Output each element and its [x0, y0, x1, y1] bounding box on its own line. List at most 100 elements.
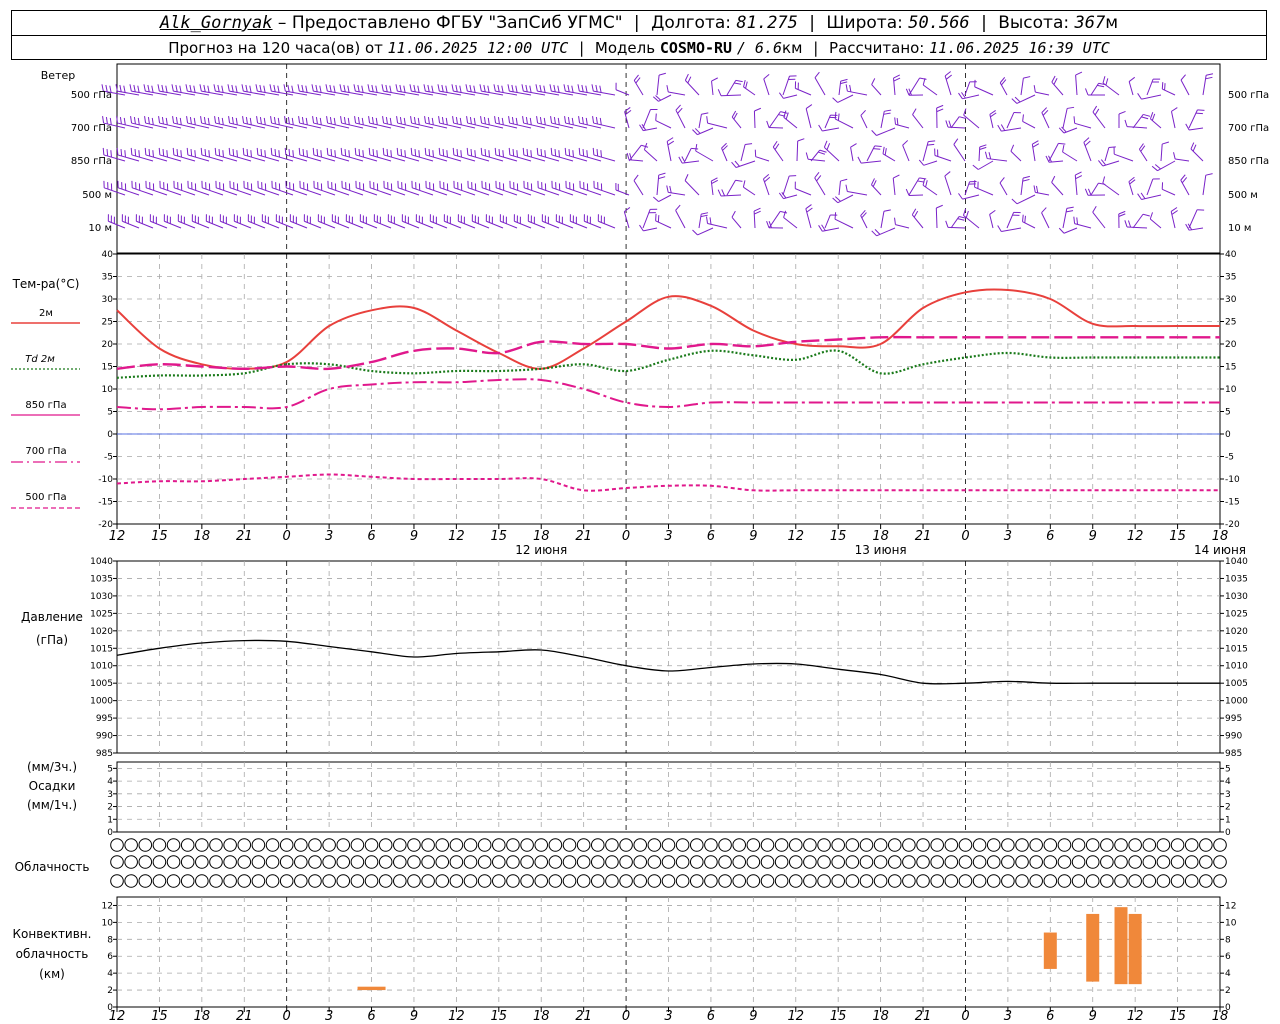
wind-barb-flag	[837, 113, 840, 121]
wind-barb-flag	[315, 84, 318, 92]
wind-barb-flag	[494, 147, 497, 155]
wind-barb-staff	[795, 188, 812, 196]
wind-barb-flag	[124, 150, 126, 158]
cloud-circle	[633, 838, 648, 852]
cloud-cover-symbol	[237, 855, 252, 869]
cloud-circle	[308, 855, 322, 869]
wind-barb	[1058, 126, 1078, 134]
cloud-circle	[1029, 855, 1043, 869]
wind-barb	[639, 224, 658, 232]
wind-barb-flag	[298, 147, 301, 155]
wind-barb-flag	[1162, 141, 1170, 145]
cloud-cover-symbol	[958, 855, 973, 869]
y-tick-label: 1	[107, 815, 113, 825]
wind-barb-flag	[944, 171, 951, 177]
wind-barb	[743, 80, 756, 96]
x-tick-label: 0	[283, 529, 291, 544]
wind-barb-staff	[206, 220, 224, 229]
wind-barb	[1137, 93, 1162, 100]
wind-barb-staff	[922, 141, 929, 162]
cloud-cover-symbol	[449, 838, 464, 852]
cloud-cover-symbol	[138, 855, 153, 869]
wind-barb-staff	[164, 220, 182, 229]
cloud-circle	[1071, 838, 1086, 852]
wind-barb-staff	[1075, 75, 1078, 96]
wind-barb-staff	[935, 207, 938, 229]
cloud-circle	[364, 855, 379, 869]
wind-barb	[423, 84, 448, 96]
wind-barb-flag	[766, 120, 770, 128]
wind-barb-flag	[871, 130, 877, 136]
wind-barb	[1092, 105, 1106, 129]
cloud-cover-symbol	[930, 855, 944, 869]
wind-barb-flag	[549, 84, 552, 92]
wind-barb-flag	[1108, 146, 1116, 149]
wind-barb-staff	[472, 220, 490, 229]
wind-barb-staff	[598, 220, 616, 229]
cloud-circle	[986, 874, 1001, 888]
wind-barb-flag	[1073, 116, 1076, 124]
wind-barb-flag	[624, 207, 631, 213]
wind-barb-flag	[753, 207, 761, 212]
cloud-cover-symbol	[1114, 874, 1128, 888]
wind-barb-flag	[578, 147, 581, 155]
cloud-circle	[449, 838, 464, 852]
wind-barb-flag	[241, 84, 244, 92]
wind-barb-flag	[893, 77, 901, 82]
wind-barb-staff	[1114, 153, 1134, 162]
cloud-circle	[322, 874, 336, 888]
wind-barb	[794, 81, 812, 96]
wind-barb-flag	[368, 116, 371, 124]
cloud-cover-symbol	[435, 838, 450, 852]
wind-barb-flag	[221, 117, 224, 125]
x-tick-label: 0	[283, 1009, 291, 1024]
wind-barb-flag	[997, 225, 1002, 232]
cloud-cover-symbol	[336, 874, 351, 888]
wind-barb-flag	[1124, 220, 1128, 228]
cloud-cover-symbol	[110, 855, 124, 869]
wind-barb-flag	[695, 144, 698, 152]
wind-barb	[1137, 192, 1162, 200]
wind-barb-staff	[276, 220, 294, 229]
wind-barb-flag	[469, 116, 472, 125]
wind-barb-flag	[306, 150, 308, 158]
wind-barb	[934, 148, 952, 162]
y-tick-label: 10	[1225, 918, 1237, 928]
wind-barb	[479, 84, 504, 96]
wind-barb-staff	[861, 160, 882, 164]
wind-barb-staff	[974, 186, 994, 196]
legend-label-td2m: Td 2м	[25, 354, 55, 365]
cloud-circle	[237, 874, 252, 888]
cloud-cover-symbol	[746, 838, 761, 852]
cloud-circle	[803, 874, 817, 888]
y-tick-label: 25	[1225, 318, 1236, 328]
wind-barb-staff	[782, 75, 790, 96]
wind-barb-flag	[1205, 173, 1213, 176]
cloud-cover-symbol	[1029, 874, 1043, 888]
wind-barb	[754, 149, 770, 162]
x-tick-label: 15	[151, 529, 168, 544]
cloud-circle	[1001, 855, 1015, 869]
wind-barb	[1011, 194, 1036, 205]
wind-barb	[626, 152, 644, 162]
wind-barb-staff	[136, 220, 154, 229]
cloud-circle	[350, 874, 365, 888]
wind-barb-staff	[782, 175, 790, 196]
cloud-cover-symbol	[506, 874, 520, 888]
wind-barb-staff	[1180, 79, 1190, 96]
cloud-cover-symbol	[1015, 838, 1029, 852]
wind-barb-flag	[424, 116, 427, 124]
wind-barb	[1045, 155, 1064, 163]
y-tick-label: 6	[107, 952, 113, 962]
wind-barb-staff	[1202, 175, 1207, 196]
wind-barb	[950, 216, 966, 229]
wind-barb	[1173, 152, 1190, 162]
cloud-circle	[590, 855, 605, 869]
cloud-cover-symbol	[1043, 855, 1058, 869]
cloud-circle	[590, 838, 605, 852]
cloud-cover-symbol	[704, 855, 718, 869]
wind-title: Ветер	[41, 69, 75, 82]
wind-barb-staff	[1102, 182, 1120, 196]
wind-barb-staff	[947, 226, 966, 229]
cloud-cover-symbol	[1170, 838, 1185, 852]
